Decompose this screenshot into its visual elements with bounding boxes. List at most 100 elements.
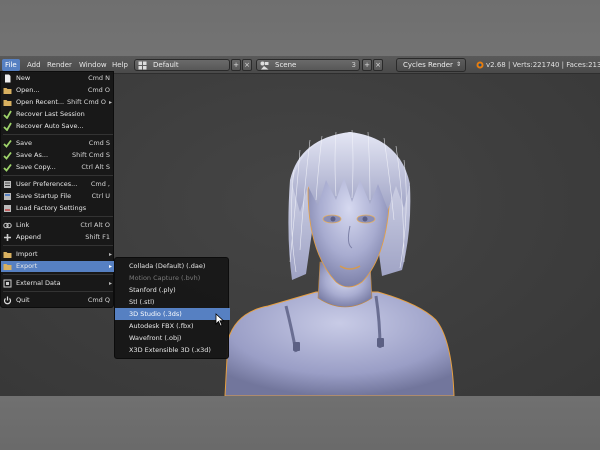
file-menu-append[interactable]: Append Shift F1 (1, 232, 115, 243)
append-icon (4, 234, 11, 241)
open-recent-icon (3, 100, 12, 106)
file-menu-recover-auto-save[interactable]: Recover Auto Save... (1, 121, 115, 132)
file-menu-user-preferences-label: User Preferences... (16, 180, 78, 188)
file-menu-open[interactable]: Open... Cmd O (1, 85, 115, 96)
export-stanford[interactable]: Stanford (.ply) (115, 284, 230, 296)
file-menu-open-recent[interactable]: Open Recent... Shift Cmd O ▸ (1, 97, 115, 108)
submenu-arrow-icon: ▸ (108, 280, 112, 287)
menu-help[interactable]: Help (109, 59, 131, 71)
file-menu-new-label: New (16, 74, 31, 82)
export-motion-capture[interactable]: Motion Capture (.bvh) (115, 272, 230, 284)
file-menu-recover-last-session[interactable]: Recover Last Session (1, 109, 115, 120)
factory-settings-icon (4, 205, 11, 212)
file-menu-external-data-label: External Data (16, 279, 61, 287)
menu-separator (3, 245, 113, 246)
file-menu-external-data[interactable]: External Data ▸ (1, 278, 115, 289)
export-x3d[interactable]: X3D Extensible 3D (.x3d) (115, 344, 230, 356)
letterbox-top (0, 0, 600, 56)
screen-layout-icon (138, 61, 147, 70)
file-menu-save-as[interactable]: Save As... Shift Cmd S (1, 150, 115, 161)
menu-file[interactable]: File (2, 59, 20, 71)
menu-add[interactable]: Add (24, 59, 44, 71)
submenu-arrow-icon: ▸ (108, 99, 112, 106)
file-menu-link[interactable]: Link Ctrl Alt O (1, 220, 115, 231)
file-menu-new-shortcut: Cmd N (88, 74, 110, 82)
remove-scene-button[interactable]: × (373, 59, 383, 71)
file-menu-save-startup-file[interactable]: Save Startup File Ctrl U (1, 191, 115, 202)
save-check-icon (3, 139, 12, 148)
file-menu-open-recent-shortcut: Shift Cmd O (66, 98, 106, 106)
export-autodesk-fbx[interactable]: Autodesk FBX (.fbx) (115, 320, 230, 332)
file-menu-save[interactable]: Save Cmd S (1, 138, 115, 149)
submenu-arrow-icon: ▸ (108, 251, 112, 258)
remove-layout-button[interactable]: × (242, 59, 252, 71)
scene-selector[interactable]: Scene 3 (256, 59, 360, 71)
file-menu-export[interactable]: Export ▸ (1, 261, 115, 272)
power-icon (3, 296, 12, 305)
external-data-icon (3, 279, 12, 288)
export-3d-studio[interactable]: 3D Studio (.3ds) (115, 308, 230, 320)
open-folder-icon (3, 88, 12, 94)
submenu-arrow-icon: ▸ (108, 263, 112, 270)
save-copy-icon (3, 163, 12, 172)
letterbox-bottom (0, 396, 600, 450)
export-wavefront[interactable]: Wavefront (.obj) (115, 332, 230, 344)
export-stl-label: Stl (.stl) (129, 298, 155, 306)
file-menu-open-label: Open... (16, 86, 40, 94)
new-file-icon (5, 74, 11, 83)
export-submenu: Collada (Default) (.dae) Motion Capture … (114, 257, 230, 359)
preferences-icon (4, 181, 11, 188)
file-menu-append-label: Append (16, 233, 41, 241)
render-engine-label: Cycles Render (403, 61, 453, 69)
export-motion-capture-label: Motion Capture (.bvh) (129, 274, 201, 282)
file-menu-user-preferences[interactable]: User Preferences... Cmd , (1, 179, 115, 190)
add-scene-button[interactable]: + (362, 59, 372, 71)
add-layout-button[interactable]: + (231, 59, 241, 71)
file-menu-open-shortcut: Cmd O (87, 86, 110, 94)
import-icon (3, 252, 12, 258)
menu-separator (3, 274, 113, 275)
export-stl[interactable]: Stl (.stl) (115, 296, 230, 308)
export-wavefront-label: Wavefront (.obj) (129, 334, 182, 342)
link-icon (3, 222, 12, 229)
scene-stats: v2.68 | Verts:221740 | Faces:2130 (486, 61, 600, 69)
file-menu-load-factory-settings[interactable]: Load Factory Settings (1, 203, 115, 214)
file-menu-save-copy[interactable]: Save Copy... Ctrl Alt S (1, 162, 115, 173)
file-menu-user-preferences-shortcut: Cmd , (90, 180, 110, 188)
file-menu-load-factory-label: Load Factory Settings (16, 204, 87, 212)
export-3d-studio-label: 3D Studio (.3ds) (129, 310, 182, 318)
file-menu-import[interactable]: Import ▸ (1, 249, 115, 260)
file-menu-export-label: Export (16, 262, 38, 270)
startup-file-icon (4, 193, 11, 200)
render-engine-selector[interactable]: Cycles Render ⇕ (396, 58, 466, 72)
menu-separator (3, 216, 113, 217)
file-menu-link-shortcut: Ctrl Alt O (80, 221, 110, 229)
menu-separator (3, 134, 113, 135)
screen-layout-name: Default (153, 61, 179, 69)
file-menu-recover-auto-label: Recover Auto Save... (16, 122, 84, 130)
menu-window[interactable]: Window (76, 59, 110, 71)
file-menu-save-shortcut: Cmd S (88, 139, 110, 147)
dropdown-arrows-icon: ⇕ (455, 61, 461, 68)
file-menu-save-as-shortcut: Shift Cmd S (71, 151, 110, 159)
file-menu-save-startup-label: Save Startup File (16, 192, 72, 200)
mouse-pointer-icon (215, 313, 225, 327)
blender-logo-icon (476, 61, 484, 69)
file-menu: New Cmd N Open... Cmd O Open Recent... S… (0, 71, 115, 308)
screen-layout-selector[interactable]: Default (134, 59, 230, 71)
menu-separator (3, 175, 113, 176)
file-menu-new[interactable]: New Cmd N (1, 73, 115, 84)
recover-icon (3, 110, 12, 119)
file-menu-quit[interactable]: Quit Cmd Q (1, 295, 115, 306)
scene-name: Scene (275, 61, 297, 69)
file-menu-save-startup-shortcut: Ctrl U (91, 192, 110, 200)
export-collada[interactable]: Collada (Default) (.dae) (115, 260, 230, 272)
file-menu-quit-label: Quit (16, 296, 30, 304)
menu-render[interactable]: Render (44, 59, 75, 71)
file-menu-import-label: Import (16, 250, 38, 258)
file-menu-save-as-label: Save As... (16, 151, 49, 159)
file-menu-open-recent-label: Open Recent... (16, 98, 65, 106)
file-menu-recover-last-label: Recover Last Session (16, 110, 85, 118)
scene-icon (260, 61, 269, 70)
export-stanford-label: Stanford (.ply) (129, 286, 176, 294)
